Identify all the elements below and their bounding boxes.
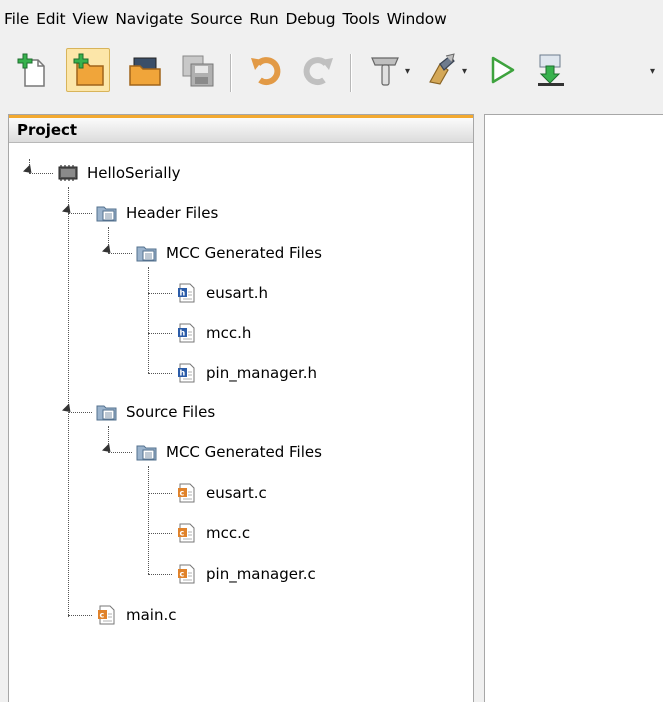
project-tab-title: Project	[17, 121, 78, 139]
header-file-icon: h	[176, 363, 198, 383]
expand-source-files-icon[interactable]	[61, 403, 75, 416]
source-file-icon: c	[96, 605, 118, 625]
open-project-button[interactable]	[124, 48, 168, 92]
svg-text:c: c	[180, 570, 185, 579]
tree-label-main-c: main.c	[126, 606, 177, 624]
source-file-icon: c	[176, 483, 198, 503]
menu-source[interactable]: Source	[190, 10, 242, 28]
tree-label-eusart-c: eusart.c	[206, 484, 267, 502]
menu-bar: File Edit View Navigate Source Run Debug…	[0, 0, 663, 38]
folder-icon	[136, 442, 158, 462]
build-dropdown-icon[interactable]: ▾	[405, 66, 410, 77]
new-project-button[interactable]	[66, 48, 110, 92]
program-device-dropdown-icon[interactable]: ▾	[650, 66, 655, 77]
expand-source-mcc-icon[interactable]	[101, 443, 115, 456]
tree-node-project[interactable]: HelloSerially	[57, 161, 181, 185]
tree-node-source-mcc[interactable]: MCC Generated Files	[136, 440, 322, 464]
build-icon	[371, 57, 399, 86]
expand-project-icon[interactable]	[22, 164, 36, 177]
project-panel: Project HelloSerially Header Files MCC G…	[8, 114, 474, 702]
menu-run[interactable]: Run	[249, 10, 278, 28]
tree-label-mcc-h: mcc.h	[206, 324, 252, 342]
run-icon	[491, 56, 515, 84]
clean-build-dropdown-icon[interactable]: ▾	[462, 66, 467, 77]
svg-text:h: h	[180, 329, 186, 338]
expand-header-mcc-icon[interactable]	[101, 244, 115, 257]
menu-debug[interactable]: Debug	[285, 10, 335, 28]
source-file-icon: c	[176, 564, 198, 584]
clean-build-button[interactable]	[420, 48, 464, 92]
new-project-icon	[73, 53, 104, 86]
tree-node-header-files[interactable]: Header Files	[96, 201, 218, 225]
menu-navigate[interactable]: Navigate	[115, 10, 183, 28]
program-device-button[interactable]	[530, 48, 574, 92]
svg-text:h: h	[180, 369, 186, 378]
tree-node-source-files[interactable]: Source Files	[96, 400, 215, 424]
program-device-icon	[538, 54, 564, 86]
tree-node-mcc-h[interactable]: h mcc.h	[176, 321, 251, 345]
tree-label-pin-manager-c: pin_manager.c	[206, 565, 316, 583]
menu-window[interactable]: Window	[387, 10, 447, 28]
redo-button[interactable]	[296, 48, 340, 92]
svg-text:h: h	[180, 289, 186, 298]
new-file-icon	[17, 53, 45, 87]
tree-node-header-mcc[interactable]: MCC Generated Files	[136, 241, 322, 265]
folder-icon	[136, 243, 158, 263]
tree-node-main-c[interactable]: c main.c	[96, 603, 177, 627]
menu-tools[interactable]: Tools	[342, 10, 379, 28]
tree-node-pin-manager-h[interactable]: h pin_manager.h	[176, 361, 317, 385]
menu-file[interactable]: File	[4, 10, 29, 28]
source-file-icon: c	[176, 523, 198, 543]
toolbar: ▾ ▾ ▾	[0, 48, 663, 102]
new-file-button[interactable]	[12, 48, 56, 92]
tree-node-eusart-h[interactable]: h eusart.h	[176, 281, 268, 305]
open-project-icon	[129, 57, 161, 86]
header-file-icon: h	[176, 323, 198, 343]
svg-text:c: c	[100, 611, 105, 620]
folder-icon	[96, 402, 118, 422]
tree-node-mcc-c[interactable]: c mcc.c	[176, 521, 250, 545]
folder-icon	[96, 203, 118, 223]
editor-area	[484, 114, 663, 702]
run-button[interactable]	[480, 48, 524, 92]
save-all-button[interactable]	[176, 48, 220, 92]
tree-label-source-mcc: MCC Generated Files	[166, 443, 322, 461]
undo-icon	[251, 57, 281, 86]
build-button[interactable]	[364, 48, 408, 92]
svg-text:c: c	[180, 529, 185, 538]
chip-icon	[57, 163, 79, 183]
tree-label-project: HelloSerially	[87, 164, 181, 182]
save-all-icon	[182, 55, 214, 87]
tree-node-eusart-c[interactable]: c eusart.c	[176, 481, 267, 505]
clean-build-icon	[429, 53, 455, 85]
header-file-icon: h	[176, 283, 198, 303]
menu-view[interactable]: View	[72, 10, 108, 28]
redo-icon	[303, 57, 333, 86]
project-tab[interactable]: Project	[9, 115, 473, 143]
tree-label-header-mcc: MCC Generated Files	[166, 244, 322, 262]
tree-label-pin-manager-h: pin_manager.h	[206, 364, 318, 382]
expand-header-files-icon[interactable]	[61, 204, 75, 217]
tree-label-header-files: Header Files	[126, 204, 219, 222]
undo-button[interactable]	[244, 48, 288, 92]
menu-edit[interactable]: Edit	[36, 10, 65, 28]
svg-text:c: c	[180, 489, 185, 498]
tree-node-pin-manager-c[interactable]: c pin_manager.c	[176, 562, 316, 586]
tree-label-source-files: Source Files	[126, 403, 216, 421]
tree-label-mcc-c: mcc.c	[206, 524, 251, 542]
tree-label-eusart-h: eusart.h	[206, 284, 269, 302]
